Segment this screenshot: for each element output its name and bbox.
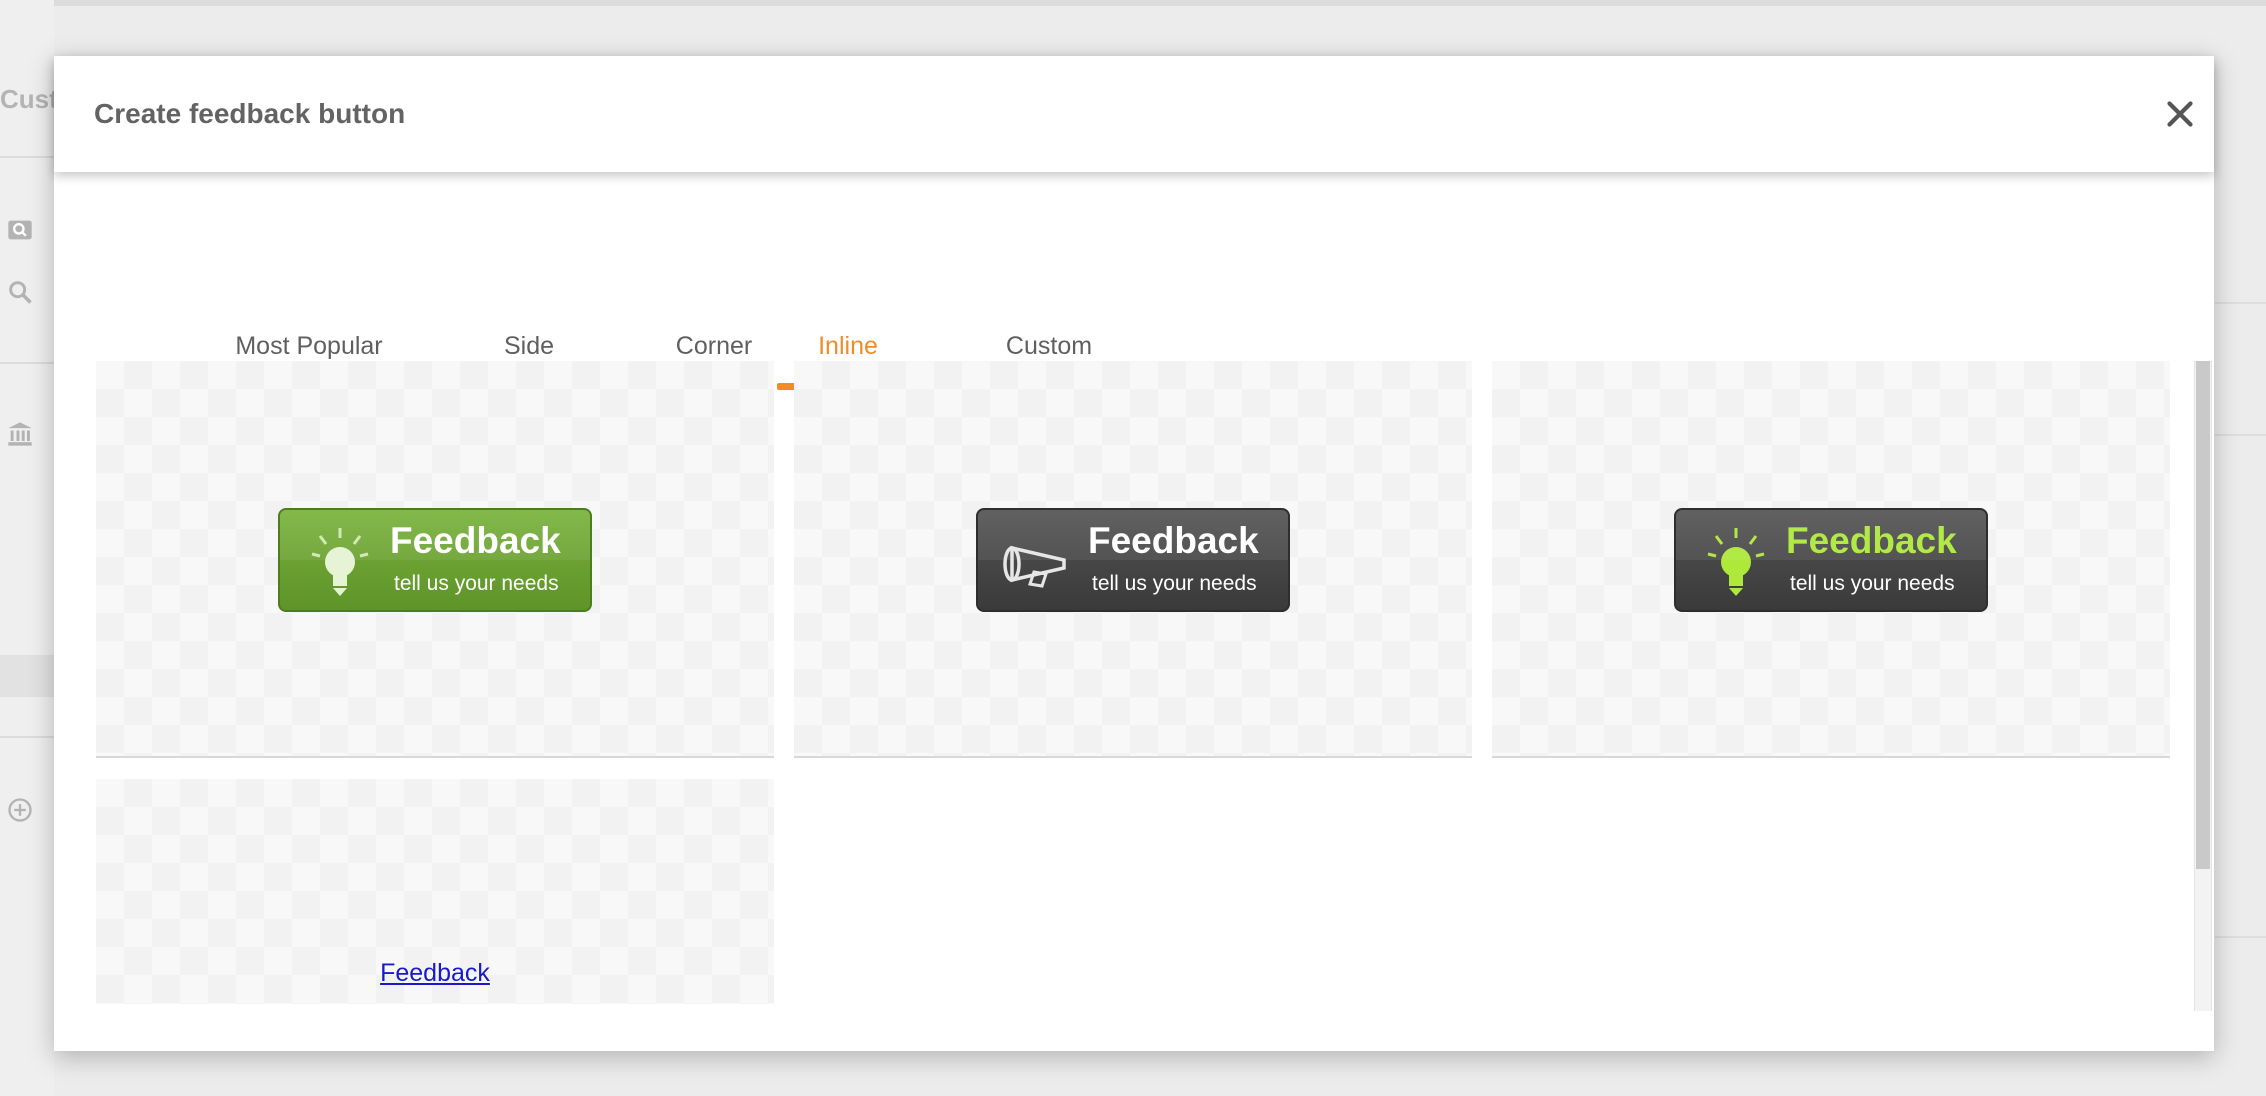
background-sidebar (0, 0, 54, 1096)
feedback-title: Feedback (1786, 520, 1957, 561)
divider (0, 156, 54, 158)
divider (2215, 302, 2266, 304)
feedback-button-preview: Feedback tell us your needs (976, 508, 1290, 612)
lightbulb-icon (1707, 528, 1765, 596)
scrollbar-thumb[interactable] (2196, 361, 2210, 869)
create-feedback-button-dialog: Create feedback button Most Popular Side… (54, 56, 2214, 1051)
feedback-button-preview: Feedback tell us your needs (278, 508, 592, 612)
feedback-button-preview: Feedback tell us your needs (1674, 508, 1988, 612)
divider (0, 362, 54, 364)
divider (2215, 936, 2266, 938)
tab-label: Side (503, 332, 555, 360)
image-search-icon[interactable] (6, 216, 34, 244)
search-icon[interactable] (6, 278, 34, 306)
lightbulb-icon (311, 528, 369, 596)
feedback-subtitle: tell us your needs (1790, 572, 1955, 595)
bank-icon[interactable] (6, 420, 34, 448)
dialog-header: Create feedback button (54, 56, 2214, 172)
background-topbar (0, 0, 2266, 6)
feedback-title: Feedback (390, 520, 561, 561)
feedback-text-link[interactable]: Feedback (96, 959, 774, 988)
add-circle-icon[interactable] (6, 796, 34, 824)
divider (2215, 434, 2266, 436)
feedback-subtitle: tell us your needs (394, 572, 559, 595)
feedback-subtitle: tell us your needs (1092, 572, 1257, 595)
sidebar-active-row (0, 655, 54, 697)
tab-label: Corner (675, 332, 753, 360)
button-option-text-link[interactable]: Feedback (96, 779, 774, 1004)
button-option-dark-lime[interactable]: Feedback tell us your needs (1492, 361, 2170, 758)
button-option-dark-megaphone[interactable]: Feedback tell us your needs (794, 361, 1472, 758)
tab-label: Custom (1005, 332, 1093, 360)
megaphone-icon (1003, 545, 1066, 588)
dialog-title: Create feedback button (94, 98, 406, 129)
button-style-grid: Feedback tell us your needs Feedback tel… (96, 361, 2176, 1011)
close-icon[interactable] (2162, 96, 2198, 132)
button-option-green[interactable]: Feedback tell us your needs (96, 361, 774, 758)
scrollbar[interactable] (2194, 361, 2212, 1011)
tab-label: Inline (818, 332, 878, 360)
feedback-title: Feedback (1088, 520, 1259, 561)
tab-label: Most Popular (235, 332, 383, 360)
divider (0, 736, 54, 738)
